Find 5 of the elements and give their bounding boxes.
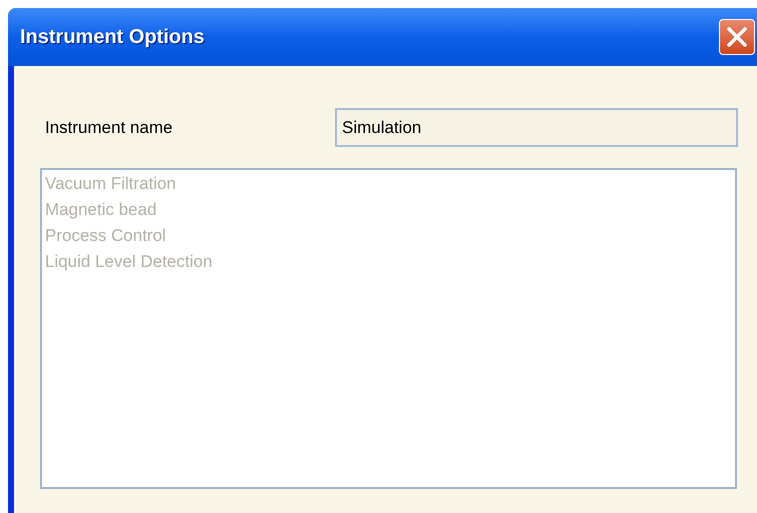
close-icon (726, 26, 748, 48)
close-button[interactable] (719, 19, 755, 55)
window-title: Instrument Options (20, 25, 206, 50)
instrument-name-field[interactable]: Simulation (335, 108, 738, 147)
field-label: Instrument name (45, 116, 174, 139)
